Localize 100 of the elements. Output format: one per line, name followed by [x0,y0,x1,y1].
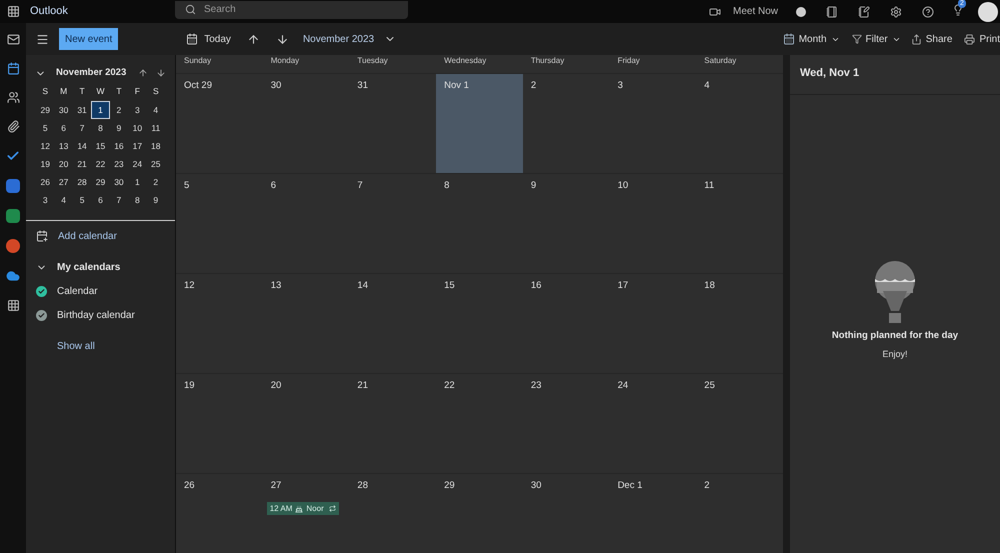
search-input[interactable]: Search [204,2,384,17]
day-cell[interactable]: 25 [696,374,783,473]
day-cell[interactable]: 8 [436,174,523,273]
settings-icon[interactable] [890,6,902,18]
mini-calendar-day[interactable]: 16 [110,137,128,155]
mini-calendar-day[interactable]: 24 [128,155,147,173]
calendar-color-check[interactable] [36,286,47,296]
mini-calendar-day[interactable]: 18 [146,137,165,155]
day-cell[interactable]: 17 [610,274,696,373]
day-cell[interactable]: 13 [262,274,350,373]
day-cell[interactable]: 12 [176,274,263,373]
mini-calendar-day[interactable]: 28 [72,173,92,191]
apps-icon[interactable] [6,299,20,312]
mini-calendar-day[interactable]: 30 [54,101,73,119]
mini-calendar-day[interactable]: 4 [146,101,165,119]
day-cell[interactable]: 26 [176,474,263,553]
mini-calendar-day[interactable]: 1 [128,173,147,191]
mini-calendar-day[interactable]: 25 [146,155,165,173]
calendar-icon[interactable] [6,62,20,75]
lightbulb-icon[interactable] [952,4,964,16]
notebook-icon[interactable] [826,6,838,18]
day-cell[interactable]: 6 [262,174,350,273]
mini-calendar-day[interactable]: 2 [146,173,165,191]
mini-calendar-day[interactable]: 3 [128,101,147,119]
mini-calendar-day[interactable]: 3 [36,191,54,209]
day-cell[interactable]: 4 [696,74,783,173]
mini-calendar-day[interactable]: 6 [91,191,110,209]
day-cell[interactable]: Dec 1 [610,474,696,553]
view-selector[interactable]: Month [782,32,840,46]
day-cell[interactable]: 30 [262,74,350,173]
filter-button[interactable]: Filter [852,32,901,46]
day-cell[interactable]: 9 [522,174,610,273]
arrow-down-icon[interactable] [156,68,166,78]
help-icon[interactable] [922,6,934,18]
notepad-icon[interactable] [858,6,870,18]
mini-calendar-day[interactable]: 17 [128,137,147,155]
arrow-up-icon[interactable] [138,68,148,78]
app-launcher-icon[interactable] [6,5,20,18]
meet-now-button[interactable]: Meet Now [732,4,778,19]
arrow-down-icon[interactable] [276,32,289,46]
mini-calendar-day[interactable]: 9 [146,191,165,209]
mini-calendar-day[interactable]: 9 [110,119,128,137]
section-title[interactable]: My calendars [57,260,120,274]
day-cell[interactable]: 2 [696,474,783,553]
share-button[interactable]: Share [910,32,952,46]
mini-calendar-day[interactable]: 8 [128,191,147,209]
period-selector[interactable]: November 2023 [302,32,396,46]
paperclip-icon[interactable] [6,120,20,133]
day-cell[interactable]: Oct 29 [176,74,263,173]
mini-calendar-day[interactable]: 7 [110,191,128,209]
print-button[interactable]: Print [964,32,1000,46]
mini-calendar-day[interactable]: 13 [54,137,73,155]
day-cell[interactable]: 7 [349,174,436,273]
day-cell[interactable]: 22 [436,374,523,473]
day-cell[interactable]: 27 12 AM Noor [262,474,350,553]
day-cell[interactable]: 23 [522,374,610,473]
mail-icon[interactable] [6,33,20,46]
day-cell[interactable]: Nov 1 [436,74,523,173]
mini-calendar-day[interactable]: 15 [91,137,110,155]
day-cell[interactable]: 29 [436,474,523,553]
mini-calendar-day[interactable]: 20 [54,155,73,173]
day-cell[interactable]: 30 [522,474,610,553]
mini-calendar-day[interactable]: 29 [91,173,110,191]
mini-calendar-day[interactable]: 1 [91,101,110,119]
show-all-link[interactable]: Show all [57,339,175,354]
mini-calendar-day[interactable]: 22 [91,155,110,173]
video-camera-icon[interactable] [708,6,721,18]
mini-calendar-day[interactable]: 7 [72,119,92,137]
search-field[interactable]: Search [175,0,408,18]
day-cell[interactable]: 21 [349,374,436,473]
day-cell[interactable]: 11 [696,174,783,273]
mini-calendar-day[interactable]: 27 [54,173,73,191]
calendar-name[interactable]: Calendar [57,284,98,298]
mini-calendar-day[interactable]: 5 [72,191,92,209]
app-name[interactable]: Outlook [30,3,170,20]
cloud-icon[interactable] [6,269,20,283]
mini-calendar-day[interactable]: 30 [110,173,128,191]
people-icon[interactable] [6,91,20,104]
mini-calendar-day[interactable]: 19 [36,155,54,173]
calendar-name[interactable]: Birthday calendar [57,308,135,322]
day-cell[interactable]: 18 [696,274,783,373]
day-cell[interactable]: 3 [610,74,696,173]
mini-calendar-day[interactable]: 11 [146,119,165,137]
arrow-up-icon[interactable] [246,32,260,46]
mini-calendar-day[interactable]: 26 [36,173,54,191]
day-cell[interactable]: 28 [349,474,436,553]
calendar-color-check[interactable] [36,310,47,320]
mini-calendar-day[interactable]: 8 [91,119,110,137]
mini-calendar-day[interactable]: 10 [128,119,147,137]
day-cell[interactable]: 15 [436,274,523,373]
day-cell[interactable]: 24 [610,374,696,473]
day-cell[interactable]: 10 [610,174,696,273]
day-cell[interactable]: 19 [176,374,263,473]
mini-calendar-day[interactable]: 12 [36,137,54,155]
day-cell[interactable]: 31 [349,74,436,173]
mini-calendar-day[interactable]: 2 [110,101,128,119]
menu-icon[interactable] [36,32,49,46]
mini-calendar-day[interactable]: 21 [72,155,92,173]
day-cell[interactable]: 5 [176,174,263,273]
calendar-today-icon[interactable] [186,33,198,45]
